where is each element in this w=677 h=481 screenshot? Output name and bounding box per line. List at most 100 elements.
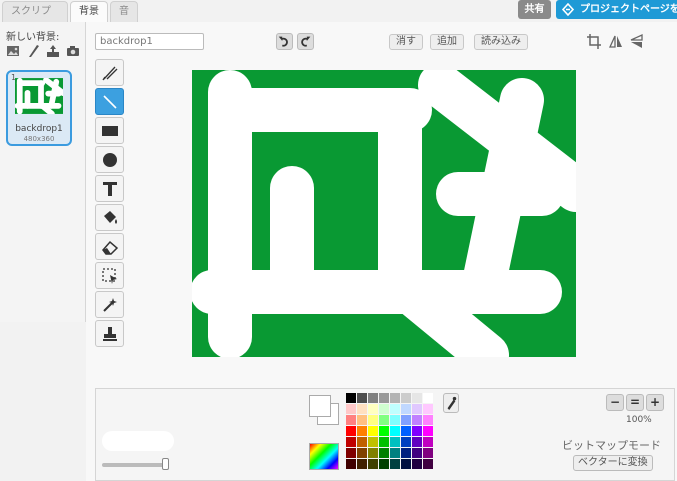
line-tool[interactable] xyxy=(95,88,124,115)
palette-color-swatch[interactable] xyxy=(357,459,367,469)
palette-color-swatch[interactable] xyxy=(423,448,433,458)
palette-color-swatch[interactable] xyxy=(346,404,356,414)
magic-select-tool[interactable] xyxy=(95,291,124,318)
palette-color-swatch[interactable] xyxy=(390,459,400,469)
palette-color-swatch[interactable] xyxy=(423,459,433,469)
palette-color-swatch[interactable] xyxy=(390,404,400,414)
palette-color-swatch[interactable] xyxy=(379,404,389,414)
palette-color-swatch[interactable] xyxy=(368,448,378,458)
text-tool[interactable] xyxy=(95,175,124,202)
zoom-reset-button[interactable]: = xyxy=(626,394,644,411)
palette-color-swatch[interactable] xyxy=(357,415,367,425)
palette-color-swatch[interactable] xyxy=(357,437,367,447)
clear-button[interactable]: 消す xyxy=(389,34,423,50)
brush-tool[interactable] xyxy=(95,59,124,86)
palette-color-swatch[interactable] xyxy=(412,404,422,414)
palette-color-swatch[interactable] xyxy=(412,437,422,447)
palette-color-swatch[interactable] xyxy=(401,426,411,436)
tool-options-panel: − = + 100% ビットマップモード ベクターに変換 xyxy=(95,388,675,481)
palette-color-swatch[interactable] xyxy=(379,459,389,469)
palette-color-swatch[interactable] xyxy=(412,393,422,403)
palette-color-swatch[interactable] xyxy=(390,393,400,403)
palette-color-swatch[interactable] xyxy=(390,437,400,447)
palette-color-swatch[interactable] xyxy=(346,437,356,447)
palette-color-swatch[interactable] xyxy=(390,415,400,425)
upload-icon[interactable] xyxy=(46,44,60,58)
palette-color-swatch[interactable] xyxy=(412,459,422,469)
palette-color-swatch[interactable] xyxy=(401,437,411,447)
zoom-out-button[interactable]: − xyxy=(606,394,624,411)
palette-color-swatch[interactable] xyxy=(368,393,378,403)
project-page-button[interactable]: プロジェクトページを見る xyxy=(556,0,677,19)
flip-horizontal-button[interactable] xyxy=(608,33,624,50)
palette-color-swatch[interactable] xyxy=(346,459,356,469)
palette-color-swatch[interactable] xyxy=(368,404,378,414)
tab-sounds[interactable]: 音 xyxy=(110,1,138,22)
palette-color-swatch[interactable] xyxy=(401,415,411,425)
tab-scripts[interactable]: スクリプト xyxy=(2,1,68,37)
palette-color-swatch[interactable] xyxy=(379,437,389,447)
fill-tool[interactable] xyxy=(95,204,124,231)
palette-color-swatch[interactable] xyxy=(357,404,367,414)
camera-icon[interactable] xyxy=(66,44,80,58)
palette-color-swatch[interactable] xyxy=(401,448,411,458)
palette-color-swatch[interactable] xyxy=(379,448,389,458)
palette-color-swatch[interactable] xyxy=(357,393,367,403)
palette-color-swatch[interactable] xyxy=(401,393,411,403)
share-button[interactable]: 共有 xyxy=(518,0,551,19)
select-tool[interactable] xyxy=(95,262,124,289)
color-spectrum-swatch[interactable] xyxy=(309,443,339,470)
palette-color-swatch[interactable] xyxy=(346,448,356,458)
paint-canvas[interactable] xyxy=(192,70,576,357)
convert-to-vector-button[interactable]: ベクターに変換 xyxy=(573,455,653,471)
palette-color-swatch[interactable] xyxy=(368,426,378,436)
zoom-in-button[interactable]: + xyxy=(646,394,664,411)
ellipse-tool[interactable] xyxy=(95,146,124,173)
palette-color-swatch[interactable] xyxy=(423,437,433,447)
palette-color-swatch[interactable] xyxy=(412,448,422,458)
select-icon xyxy=(102,268,117,284)
add-button[interactable]: 追加 xyxy=(430,34,464,50)
palette-color-swatch[interactable] xyxy=(401,459,411,469)
palette-color-swatch[interactable] xyxy=(401,404,411,414)
backdrop-thumbnail[interactable]: 1 backdrop1 480x360 xyxy=(6,70,72,146)
crop-button[interactable] xyxy=(586,33,602,50)
palette-color-swatch[interactable] xyxy=(423,404,433,414)
eyedropper-icon xyxy=(447,396,457,410)
flip-vertical-button[interactable] xyxy=(628,33,644,50)
palette-color-swatch[interactable] xyxy=(357,448,367,458)
palette-color-swatch[interactable] xyxy=(423,426,433,436)
palette-color-swatch[interactable] xyxy=(390,448,400,458)
eyedropper-button[interactable] xyxy=(443,393,459,413)
backdrop-name-input[interactable] xyxy=(95,33,204,50)
palette-color-swatch[interactable] xyxy=(423,415,433,425)
redo-button[interactable] xyxy=(297,33,314,50)
paint-bucket-icon xyxy=(104,211,117,224)
paint-new-icon[interactable] xyxy=(26,44,40,58)
undo-button[interactable] xyxy=(276,33,293,50)
palette-color-swatch[interactable] xyxy=(346,426,356,436)
palette-color-swatch[interactable] xyxy=(379,426,389,436)
palette-color-swatch[interactable] xyxy=(379,393,389,403)
primary-color-swatch[interactable] xyxy=(309,395,331,417)
palette-color-swatch[interactable] xyxy=(423,393,433,403)
palette-color-swatch[interactable] xyxy=(346,415,356,425)
import-button[interactable]: 読み込み xyxy=(474,34,528,50)
palette-color-swatch[interactable] xyxy=(368,437,378,447)
palette-color-swatch[interactable] xyxy=(368,415,378,425)
palette-color-swatch[interactable] xyxy=(368,459,378,469)
tab-backdrops[interactable]: 背景 xyxy=(70,1,108,22)
palette-color-swatch[interactable] xyxy=(346,393,356,403)
palette-color-swatch[interactable] xyxy=(412,415,422,425)
rectangle-tool[interactable] xyxy=(95,117,124,144)
palette-color-swatch[interactable] xyxy=(412,426,422,436)
palette-color-swatch[interactable] xyxy=(357,426,367,436)
palette-color-swatch[interactable] xyxy=(379,415,389,425)
palette-color-swatch[interactable] xyxy=(390,426,400,436)
brush-size-slider-handle[interactable] xyxy=(162,458,169,470)
stamp-tool[interactable] xyxy=(95,320,124,347)
eraser-tool[interactable] xyxy=(95,233,124,260)
choose-from-library-icon[interactable] xyxy=(6,44,20,58)
magic-wand-icon xyxy=(103,298,117,312)
brush-size-slider[interactable] xyxy=(102,463,168,467)
